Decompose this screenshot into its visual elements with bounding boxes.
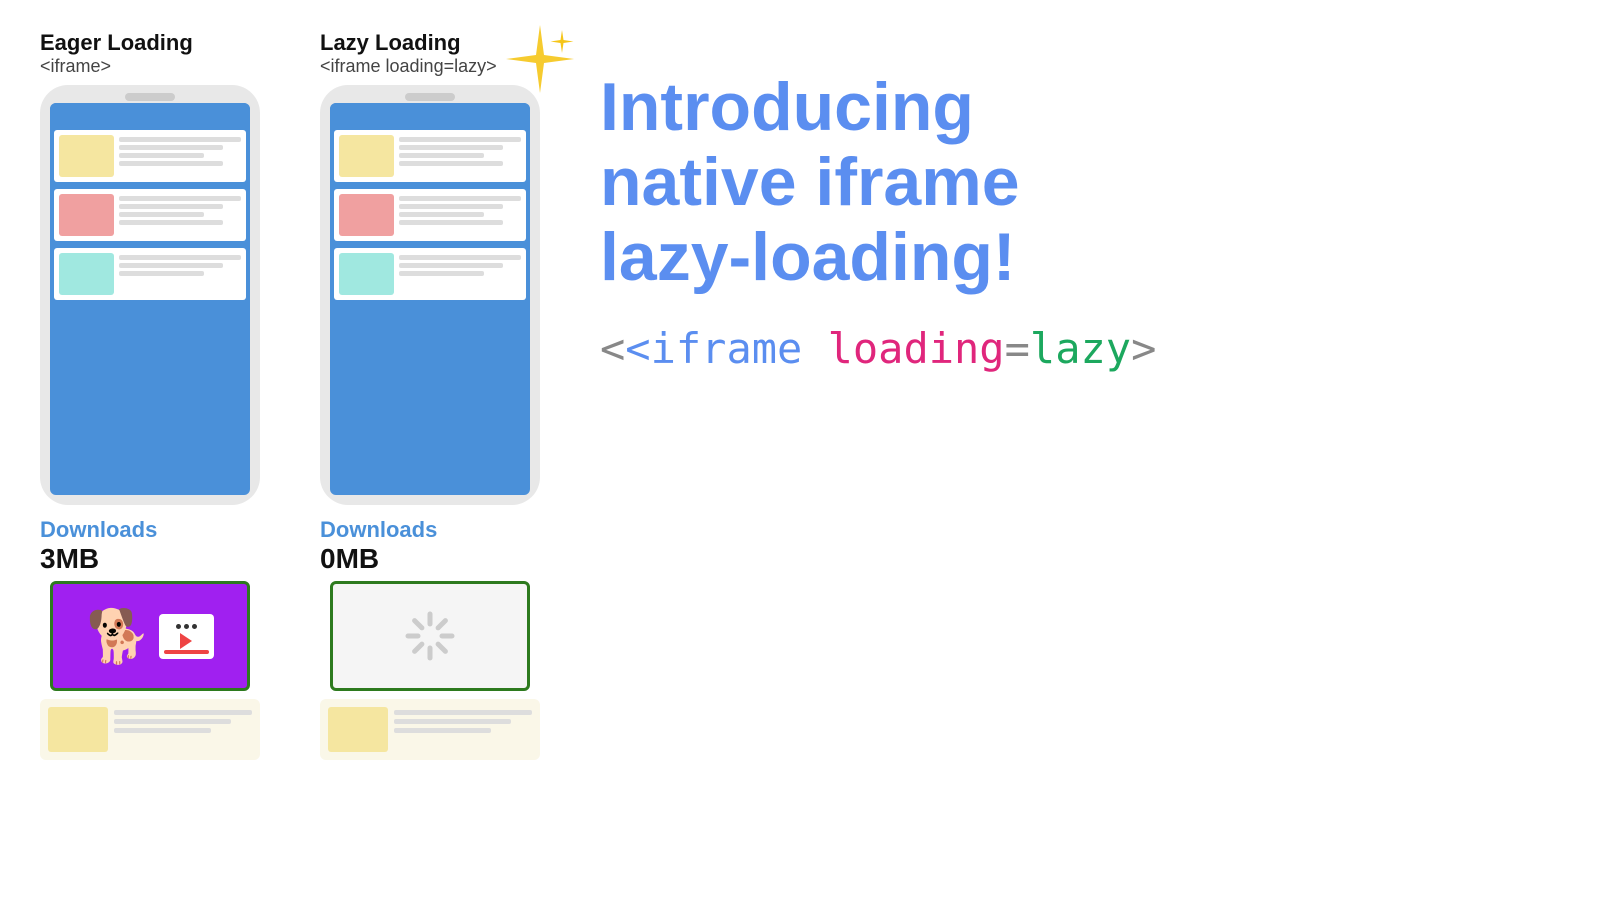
headline-text: Introducing native iframe lazy-loading! — [600, 70, 1020, 294]
screen-header — [50, 103, 250, 125]
eager-screen — [50, 103, 250, 495]
phone-notch-lazy — [405, 93, 455, 101]
bottom-lines — [114, 707, 252, 733]
lazy-card-lines-1 — [399, 135, 521, 166]
line — [119, 263, 223, 268]
code-snippet: <<iframe loading=lazy> — [600, 324, 1156, 373]
line — [119, 271, 204, 276]
line — [399, 255, 521, 260]
card-thumb-2 — [59, 194, 114, 236]
lazy-downloads-label: Downloads — [320, 517, 437, 543]
screen-card-1 — [54, 130, 246, 182]
line — [399, 145, 503, 150]
lazy-card-lines-3 — [399, 253, 521, 276]
eager-title: Eager Loading — [40, 30, 193, 56]
line — [119, 145, 223, 150]
eager-iframe-content: 🐕 — [86, 606, 214, 667]
dog-icon: 🐕 — [86, 606, 151, 667]
line — [119, 196, 241, 201]
line — [399, 137, 521, 142]
card-lines-1 — [119, 135, 241, 166]
line — [394, 719, 511, 724]
line — [114, 719, 231, 724]
video-dots — [176, 624, 197, 629]
eager-column: Eager Loading <iframe> — [40, 30, 260, 760]
line — [399, 153, 484, 158]
lazy-bottom-thumb — [328, 707, 388, 752]
video-dot — [184, 624, 189, 629]
sparkle-decoration — [500, 20, 580, 105]
phone-notch — [125, 93, 175, 101]
lazy-card-thumb-1 — [339, 135, 394, 177]
video-icon-box — [159, 614, 214, 659]
lazy-screen-card-2 — [334, 189, 526, 241]
eager-phone — [40, 85, 260, 505]
lazy-downloads-size: 0MB — [320, 543, 379, 575]
card-lines-2 — [119, 194, 241, 225]
line — [399, 161, 503, 166]
lazy-column: Lazy Loading <iframe loading=lazy> — [320, 30, 540, 760]
line — [114, 710, 252, 715]
line — [399, 271, 484, 276]
screen-header-lazy — [330, 103, 530, 125]
lazy-card-thumb-3 — [339, 253, 394, 295]
card-lines-3 — [119, 253, 241, 276]
sparkle-icon — [500, 20, 580, 100]
spinner-icon — [400, 606, 460, 666]
code-attr-value: lazy — [1030, 324, 1131, 373]
code-attr-name: loading — [828, 324, 1005, 373]
lazy-bottom-card — [320, 699, 540, 760]
lazy-phone — [320, 85, 540, 505]
line — [399, 220, 503, 225]
video-dot — [176, 624, 181, 629]
eager-iframe-preview: 🐕 — [50, 581, 250, 691]
line — [119, 137, 241, 142]
line — [119, 204, 223, 209]
line — [399, 263, 503, 268]
lazy-label: Lazy Loading <iframe loading=lazy> — [320, 30, 497, 77]
code-bracket-close: > — [1131, 324, 1156, 373]
eager-code: <iframe> — [40, 56, 193, 77]
lazy-screen-card-1 — [334, 130, 526, 182]
lazy-downloads: Downloads 0MB — [320, 517, 540, 575]
line — [399, 212, 484, 217]
eager-downloads-size: 3MB — [40, 543, 99, 575]
lazy-bottom-lines — [394, 707, 532, 733]
screen-card-3 — [54, 248, 246, 300]
lazy-card-lines-2 — [399, 194, 521, 225]
lazy-screen — [330, 103, 530, 495]
play-icon — [180, 633, 192, 649]
line — [394, 710, 532, 715]
line — [119, 153, 204, 158]
lazy-code: <iframe loading=lazy> — [320, 56, 497, 77]
video-progress-bar — [164, 650, 209, 654]
eager-downloads-label: Downloads — [40, 517, 157, 543]
main-container: Eager Loading <iframe> — [0, 0, 1600, 919]
eager-downloads: Downloads 3MB — [40, 517, 260, 575]
line — [399, 196, 521, 201]
lazy-iframe-preview — [330, 581, 530, 691]
lazy-title: Lazy Loading — [320, 30, 497, 56]
line — [119, 161, 223, 166]
eager-bottom-card — [40, 699, 260, 760]
code-keyword-iframe: <iframe — [625, 324, 827, 373]
screen-card-2 — [54, 189, 246, 241]
line — [119, 220, 223, 225]
lazy-screen-card-3 — [334, 248, 526, 300]
lazy-card-thumb-2 — [339, 194, 394, 236]
bottom-thumb — [48, 707, 108, 752]
card-thumb-1 — [59, 135, 114, 177]
right-section: Introducing native iframe lazy-loading! … — [540, 30, 1560, 373]
line — [119, 212, 204, 217]
line — [394, 728, 491, 733]
line — [114, 728, 211, 733]
line — [119, 255, 241, 260]
code-equals: = — [1005, 324, 1030, 373]
code-bracket-open: < — [600, 324, 625, 373]
eager-label: Eager Loading <iframe> — [40, 30, 193, 77]
line — [399, 204, 503, 209]
card-thumb-3 — [59, 253, 114, 295]
video-dot — [192, 624, 197, 629]
